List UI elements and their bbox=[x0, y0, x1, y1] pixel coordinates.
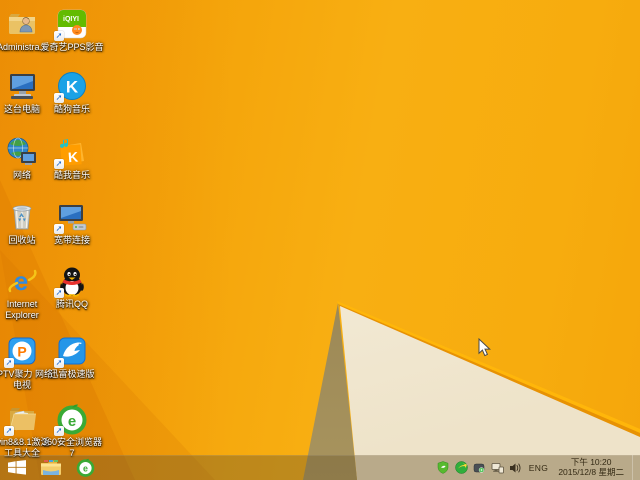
desktop-icon-label: 爱奇艺PPS影音 bbox=[40, 42, 104, 52]
shortcut-arrow-icon: ➚ bbox=[4, 426, 14, 436]
device-icon bbox=[473, 463, 485, 473]
kugou-icon: K ➚ bbox=[54, 70, 88, 103]
shortcut-arrow-icon: ➚ bbox=[54, 358, 64, 368]
svg-text:iQIYI: iQIYI bbox=[63, 16, 79, 23]
taskbar: e ENG 下午 10:20 2015/12/8 星期二 bbox=[0, 455, 640, 480]
desktop-icon-360-browser[interactable]: e ➚ 360安全浏览器7 bbox=[42, 403, 102, 458]
start-button[interactable] bbox=[0, 455, 34, 480]
shortcut-arrow-icon: ➚ bbox=[54, 426, 64, 436]
desktop-icon-pptv[interactable]: P ➚ PPTV聚力 网络电视 bbox=[0, 335, 53, 390]
internet-explorer-icon: e bbox=[6, 265, 38, 297]
file-explorer-icon bbox=[41, 460, 61, 475]
qq-penguin-icon: ➚ bbox=[54, 265, 88, 298]
language-indicator[interactable]: ENG bbox=[527, 463, 551, 473]
pptv-icon: P ➚ bbox=[4, 335, 38, 368]
kuwo-icon: K ➚ bbox=[54, 136, 88, 169]
speaker-icon bbox=[510, 463, 521, 472]
system-tray: ENG 下午 10:20 2015/12/8 星期二 bbox=[437, 455, 640, 480]
desktop-icon-internet-explorer[interactable]: e Internet Explorer bbox=[0, 265, 46, 320]
shortcut-arrow-icon: ➚ bbox=[54, 224, 64, 234]
tray-driver-utility[interactable] bbox=[473, 461, 486, 474]
desktop-icon-label: 腾讯QQ bbox=[55, 299, 88, 309]
mouse-cursor bbox=[478, 338, 491, 357]
tray-date: 2015/12/8 星期二 bbox=[558, 466, 624, 477]
folder-icon: ➚ bbox=[4, 403, 38, 436]
360-browser-icon: e bbox=[76, 458, 94, 477]
desktop-icon-iqiyi-pps[interactable]: iQIYI ➚ 爱奇艺PPS影音 bbox=[40, 8, 104, 53]
network-globe-icon bbox=[6, 136, 38, 168]
desktop-icon-label: 酷狗音乐 bbox=[53, 104, 90, 114]
broadband-connection-icon: ➚ bbox=[54, 201, 88, 234]
desktop-icon-label: 酷我音乐 bbox=[53, 170, 90, 180]
360-browser-icon: e ➚ bbox=[54, 403, 88, 436]
tray-360-shield[interactable] bbox=[437, 461, 450, 474]
tray-360-antivirus[interactable] bbox=[454, 461, 468, 474]
desktop: Administra... iQIYI ➚ 爱奇艺PPS影音 这台电脑 K ➚ … bbox=[0, 0, 640, 480]
antivirus-icon bbox=[454, 461, 468, 474]
desktop-icon-label: 宽带连接 bbox=[53, 235, 90, 245]
computer-icon bbox=[6, 70, 38, 102]
shortcut-arrow-icon: ➚ bbox=[4, 358, 14, 368]
svg-text:P: P bbox=[17, 344, 26, 360]
tray-volume[interactable] bbox=[509, 461, 522, 474]
desktop-icon-label: 迅雷极速版 bbox=[49, 369, 95, 379]
shortcut-arrow-icon: ➚ bbox=[54, 159, 64, 169]
desktop-icon-kuwo[interactable]: K ➚ 酷我音乐 bbox=[48, 136, 96, 181]
svg-text:e: e bbox=[14, 266, 28, 296]
svg-text:e: e bbox=[83, 464, 88, 474]
shield-icon bbox=[437, 461, 449, 474]
iqiyi-pps-icon: iQIYI ➚ bbox=[54, 8, 88, 41]
xunlei-bird-icon: ➚ bbox=[54, 335, 88, 368]
shortcut-arrow-icon: ➚ bbox=[54, 93, 64, 103]
desktop-icon-broadband[interactable]: ➚ 宽带连接 bbox=[48, 201, 96, 246]
svg-text:e: e bbox=[68, 413, 76, 430]
shortcut-arrow-icon: ➚ bbox=[54, 31, 64, 41]
taskbar-360-browser[interactable]: e bbox=[68, 455, 102, 480]
tray-network[interactable] bbox=[491, 461, 504, 474]
svg-text:K: K bbox=[66, 78, 79, 97]
desktop-icon-xunlei[interactable]: ➚ 迅雷极速版 bbox=[48, 335, 96, 380]
taskbar-file-explorer[interactable] bbox=[34, 455, 68, 480]
recycle-bin-icon bbox=[6, 201, 38, 233]
svg-text:K: K bbox=[67, 149, 78, 166]
shortcut-arrow-icon: ➚ bbox=[54, 288, 64, 298]
user-folder-icon bbox=[6, 8, 38, 40]
show-desktop-button[interactable] bbox=[632, 455, 637, 480]
windows-logo-icon bbox=[8, 460, 26, 475]
tray-clock[interactable]: 下午 10:20 2015/12/8 星期二 bbox=[555, 457, 627, 477]
desktop-icon-kugou[interactable]: K ➚ 酷狗音乐 bbox=[48, 70, 96, 115]
desktop-icon-qq[interactable]: ➚ 腾讯QQ bbox=[48, 265, 96, 310]
network-icon bbox=[491, 462, 504, 473]
